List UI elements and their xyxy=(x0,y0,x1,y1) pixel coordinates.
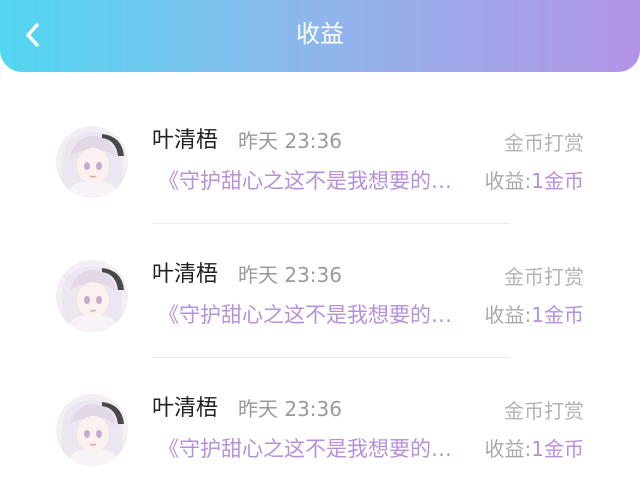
book-title-link[interactable]: 《守护甜心之这不是我想要的… xyxy=(158,300,464,330)
income-info: 收益:1金币 xyxy=(485,434,584,464)
list-item[interactable]: 叶清梧 昨天 23:36 金币打赏 《守护甜心之这不是我想要的… 收益:1金币 xyxy=(0,90,640,224)
reward-type: 金币打赏 xyxy=(504,265,584,289)
income-value: 1金币 xyxy=(531,303,584,327)
income-info: 收益:1金币 xyxy=(485,166,584,196)
timestamp: 昨天 23:36 xyxy=(238,263,342,287)
income-label: 收益: xyxy=(484,303,532,327)
income-list: 叶清梧 昨天 23:36 金币打赏 《守护甜心之这不是我想要的… 收益:1金币 … xyxy=(0,90,640,487)
book-title-link[interactable]: 《守护甜心之这不是我想要的… xyxy=(158,434,464,464)
income-value: 1金币 xyxy=(531,169,584,193)
avatar[interactable] xyxy=(56,260,128,332)
reward-type: 金币打赏 xyxy=(504,399,584,423)
list-item[interactable]: 叶清梧 昨天 23:36 金币打赏 《守护甜心之这不是我想要的… 收益:1金币 xyxy=(0,224,640,358)
page-title: 收益 xyxy=(296,20,344,48)
user-name: 叶清梧 xyxy=(152,262,219,287)
timestamp: 昨天 23:36 xyxy=(238,129,342,153)
list-item[interactable]: 叶清梧 昨天 23:36 金币打赏 《守护甜心之这不是我想要的… 收益:1金币 xyxy=(0,358,640,492)
income-label: 收益: xyxy=(484,169,532,193)
income-label: 收益: xyxy=(484,437,532,461)
income-info: 收益:1金币 xyxy=(485,300,584,330)
timestamp: 昨天 23:36 xyxy=(238,397,342,421)
avatar[interactable] xyxy=(56,126,128,198)
user-name: 叶清梧 xyxy=(152,396,219,421)
reward-type: 金币打赏 xyxy=(504,131,584,155)
avatar[interactable] xyxy=(56,394,128,466)
income-value: 1金币 xyxy=(531,437,584,461)
book-title-link[interactable]: 《守护甜心之这不是我想要的… xyxy=(158,166,464,196)
header-bar: 收益 xyxy=(0,0,640,72)
user-name: 叶清梧 xyxy=(152,128,219,153)
